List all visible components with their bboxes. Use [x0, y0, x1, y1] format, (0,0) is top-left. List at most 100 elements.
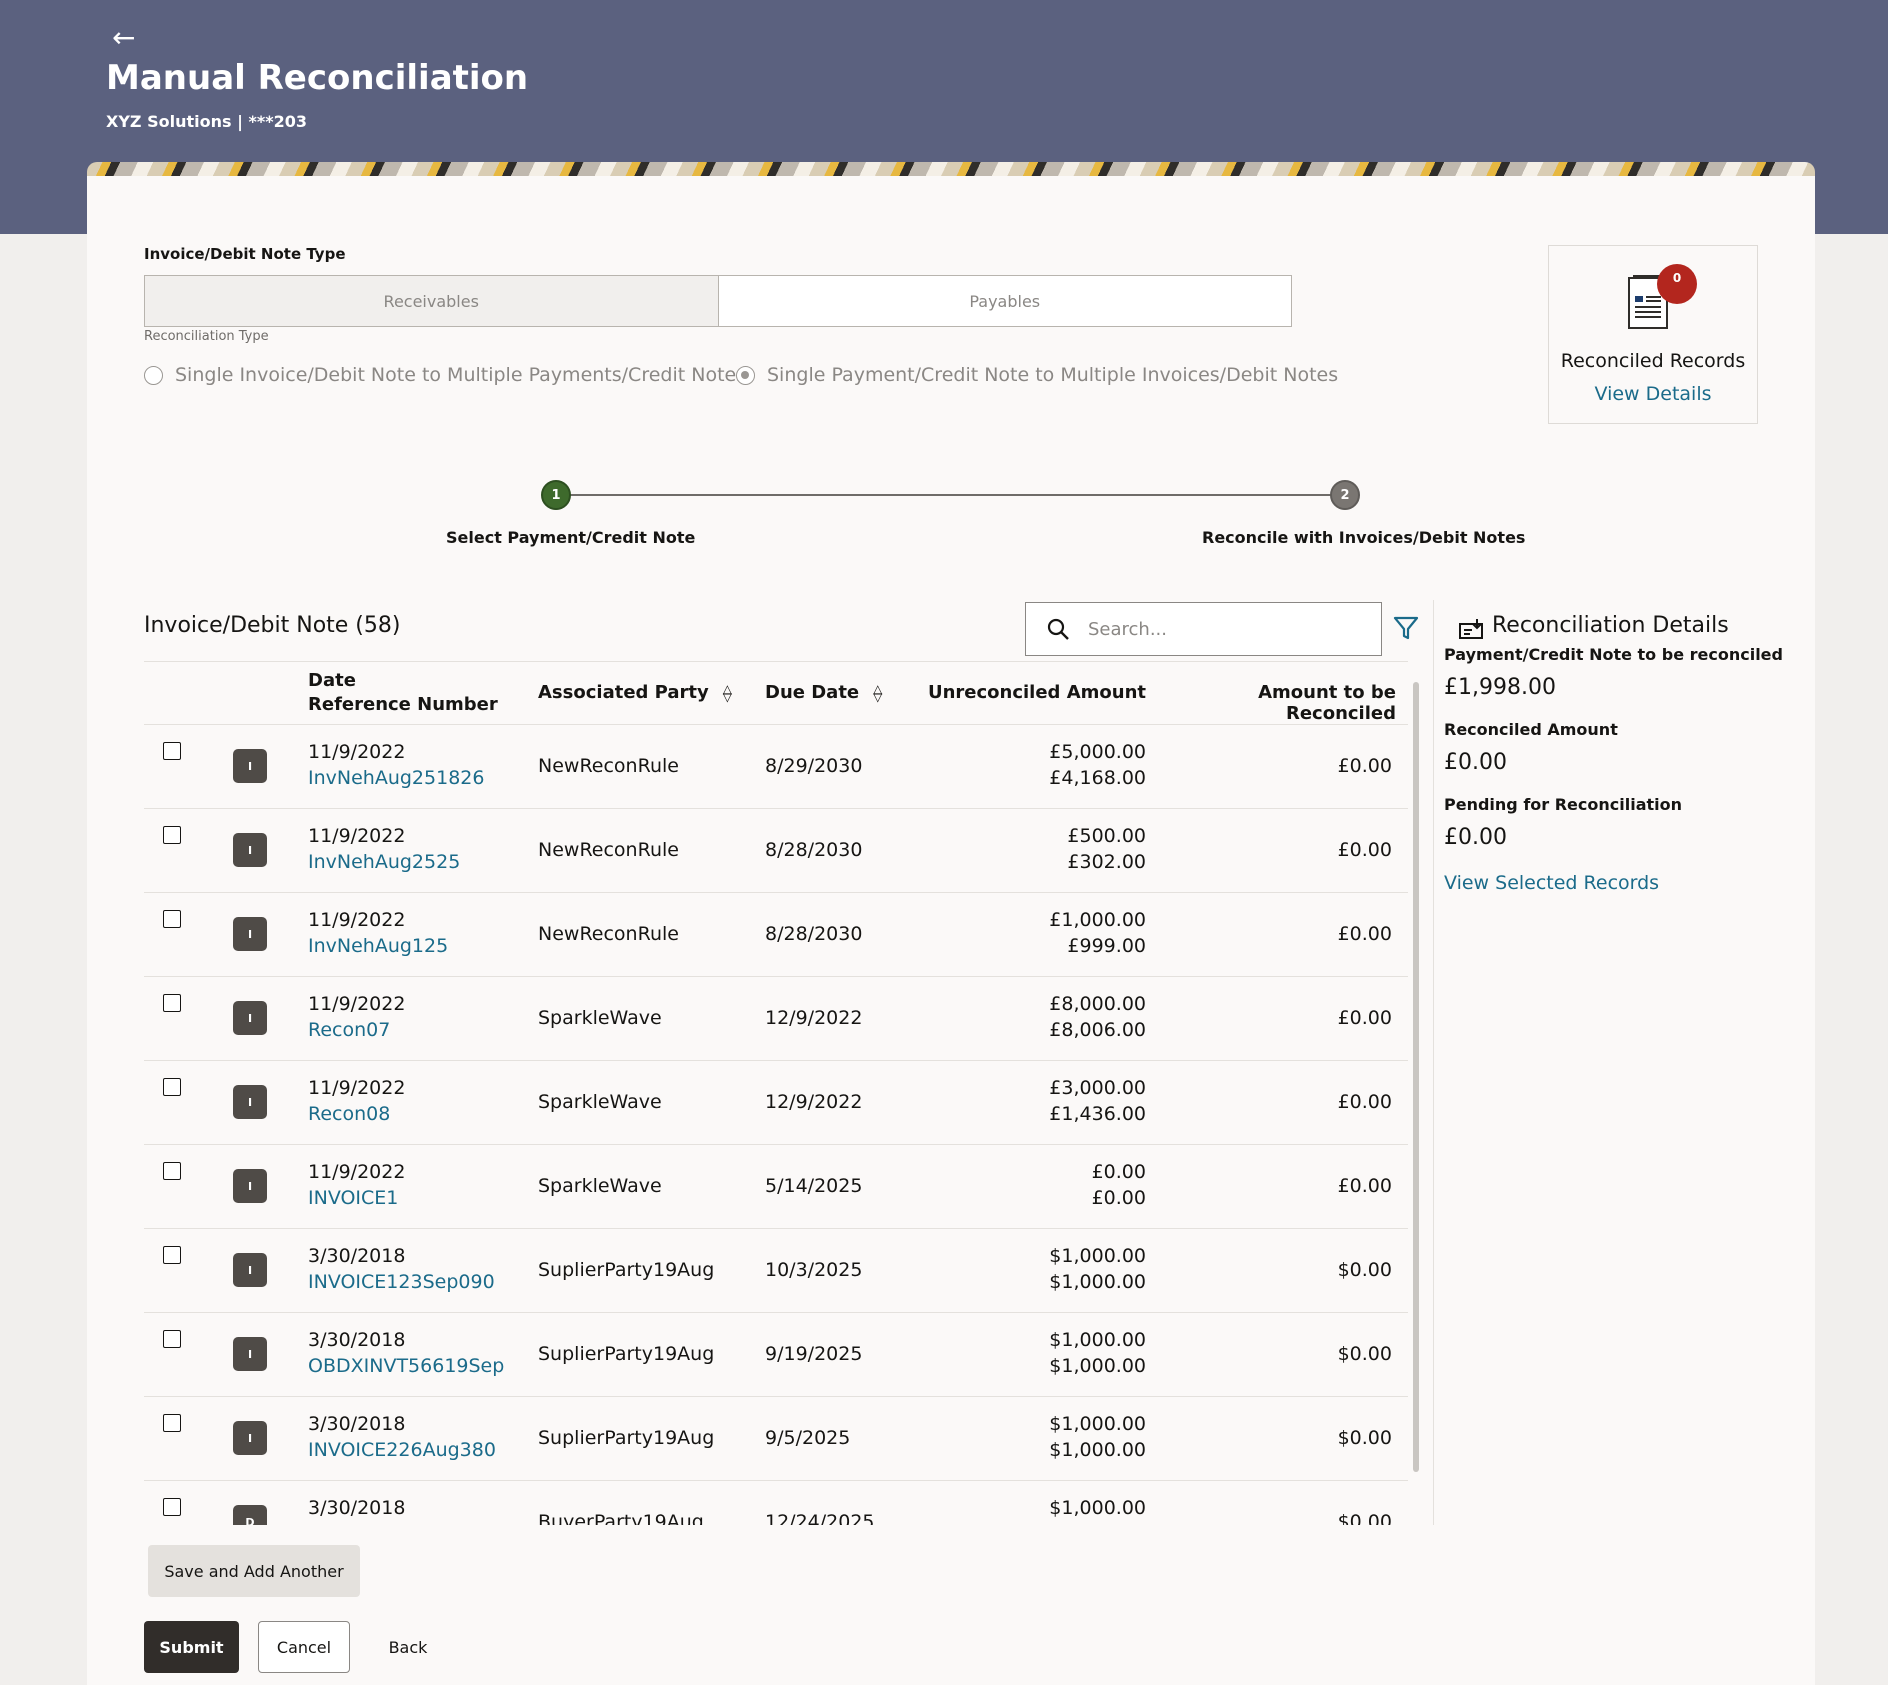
row-unreconciled-amount: $1,000.00: [1049, 1355, 1146, 1377]
row-checkbox[interactable]: [163, 826, 181, 844]
reconciliation-icon: [1459, 619, 1483, 639]
pending-reconciliation-value: £0.00: [1444, 825, 1507, 850]
row-reference-link[interactable]: Recon07: [308, 1019, 390, 1041]
row-unreconciled-amount: £8,006.00: [1049, 1019, 1146, 1041]
document-type-chip: I: [233, 833, 267, 867]
row-reference-link[interactable]: InvNehAug125: [308, 935, 448, 957]
page-subtitle: XYZ Solutions | ***203: [106, 112, 308, 131]
toggle-receivables[interactable]: Receivables: [145, 276, 719, 326]
column-to-reconcile: Amount to be Reconciled: [1258, 682, 1396, 724]
row-unreconciled-amount: $1,000.00: [1049, 1271, 1146, 1293]
row-checkbox[interactable]: [163, 1078, 181, 1096]
row-checkbox[interactable]: [163, 1246, 181, 1264]
step-2-label: Reconcile with Invoices/Debit Notes: [1202, 528, 1526, 547]
invoice-type-toggle: Receivables Payables: [144, 275, 1292, 327]
radio-button[interactable]: [144, 365, 163, 385]
radio-option-single-payment[interactable]: Single Payment/Credit Note to Multiple I…: [736, 364, 1338, 386]
view-selected-records-link[interactable]: View Selected Records: [1444, 872, 1659, 894]
view-details-link[interactable]: View Details: [1549, 383, 1757, 405]
row-due-date: 9/5/2025: [765, 1427, 851, 1449]
table-row[interactable]: I 11/9/2022 INVOICE1 SparkleWave 5/14/2025 £0…: [144, 1145, 1408, 1229]
table-scrollbar[interactable]: [1411, 662, 1421, 1524]
row-amount-to-reconcile[interactable]: £0.00: [1156, 923, 1392, 945]
row-amount: $1,000.00: [1049, 1497, 1146, 1519]
row-party: NewReconRule: [538, 755, 679, 777]
row-checkbox[interactable]: [163, 742, 181, 760]
column-due-date[interactable]: Due Date △ ▽: [765, 682, 882, 703]
row-amount-to-reconcile[interactable]: £0.00: [1156, 839, 1392, 861]
row-amount-to-reconcile[interactable]: $0.00: [1156, 1511, 1392, 1525]
document-type-chip: I: [233, 1085, 267, 1119]
document-type-chip: I: [233, 1337, 267, 1371]
row-amount-to-reconcile[interactable]: $0.00: [1156, 1343, 1392, 1365]
toggle-payables[interactable]: Payables: [719, 276, 1292, 326]
arrow-left-icon[interactable]: ←: [112, 22, 135, 54]
row-amount-to-reconcile[interactable]: £0.00: [1156, 1175, 1392, 1197]
row-party: NewReconRule: [538, 923, 679, 945]
table-row[interactable]: I 3/30/2018 INVOICE226Aug380 SuplierParty19…: [144, 1397, 1408, 1481]
row-amount-to-reconcile[interactable]: £0.00: [1156, 1007, 1392, 1029]
row-amount-to-reconcile[interactable]: $0.00: [1156, 1427, 1392, 1449]
pending-reconciliation-label: Pending for Reconciliation: [1444, 795, 1683, 814]
row-reference-link[interactable]: INVOICE123Sep090: [308, 1271, 495, 1293]
row-checkbox[interactable]: [163, 1414, 181, 1432]
sort-icon[interactable]: △ ▽: [873, 683, 882, 703]
row-amount-to-reconcile[interactable]: £0.00: [1156, 1091, 1392, 1113]
row-reference-link[interactable]: InvNehAug2525: [308, 851, 460, 873]
radio-button-selected[interactable]: [736, 365, 755, 385]
save-and-add-button[interactable]: Save and Add Another: [148, 1545, 360, 1597]
table-row[interactable]: I 11/9/2022 InvNehAug2525 NewReconRule 8/28/…: [144, 809, 1408, 893]
table-row[interactable]: I 3/30/2018 OBDXINVT56619Sep SuplierParty19…: [144, 1313, 1408, 1397]
document-type-chip: I: [233, 1253, 267, 1287]
row-date: 11/9/2022: [308, 1161, 406, 1183]
row-amount: $1,000.00: [1049, 1413, 1146, 1435]
row-amount: $1,000.00: [1049, 1245, 1146, 1267]
column-reference: Reference Number: [308, 694, 498, 715]
table-row[interactable]: I 11/9/2022 Recon08 SparkleWave 12/9/2022 £3,…: [144, 1061, 1408, 1145]
row-amount: £0.00: [1091, 1161, 1146, 1183]
sort-icon[interactable]: △ ▽: [723, 683, 732, 703]
document-type-chip: I: [233, 1421, 267, 1455]
row-checkbox[interactable]: [163, 910, 181, 928]
payment-to-reconcile-value: £1,998.00: [1444, 675, 1556, 700]
row-checkbox[interactable]: [163, 1330, 181, 1348]
row-reference-link[interactable]: Recon08: [308, 1103, 390, 1125]
row-amount-to-reconcile[interactable]: £0.00: [1156, 755, 1392, 777]
radio-label: Single Payment/Credit Note to Multiple I…: [767, 364, 1339, 386]
document-type-chip: I: [233, 1169, 267, 1203]
submit-button[interactable]: Submit: [144, 1621, 239, 1673]
row-due-date: 12/9/2022: [765, 1007, 863, 1029]
invoice-type-label: Invoice/Debit Note Type: [144, 245, 346, 263]
search-input[interactable]: [1088, 618, 1348, 640]
table-row[interactable]: I 11/9/2022 InvNehAug251826 NewReconRule 8/2…: [144, 725, 1408, 809]
column-due-date-label: Due Date: [765, 682, 860, 703]
row-reference-link[interactable]: INVOICE226Aug380: [308, 1439, 496, 1461]
filter-icon[interactable]: [1392, 614, 1420, 642]
row-checkbox[interactable]: [163, 994, 181, 1012]
scroll-thumb[interactable]: [1413, 682, 1419, 1472]
row-unreconciled-amount: $1,000.00: [1049, 1439, 1146, 1461]
row-checkbox[interactable]: [163, 1498, 181, 1516]
table-row[interactable]: D 3/30/2018 BuyerParty19Aug 12/24/2025 $1,00…: [144, 1481, 1408, 1525]
row-unreconciled-amount: £0.00: [1091, 1187, 1146, 1209]
table-row[interactable]: I 3/30/2018 INVOICE123Sep090 SuplierParty19…: [144, 1229, 1408, 1313]
row-due-date: 12/9/2022: [765, 1091, 863, 1113]
reconciled-records-title: Reconciled Records: [1560, 350, 1746, 372]
column-party[interactable]: Associated Party △ ▽: [538, 682, 732, 703]
row-checkbox[interactable]: [163, 1162, 181, 1180]
back-button[interactable]: Back: [370, 1621, 446, 1673]
radio-option-single-invoice[interactable]: Single Invoice/Debit Note to Multiple Pa…: [144, 364, 746, 386]
row-party: BuyerParty19Aug: [538, 1511, 704, 1525]
row-party: SuplierParty19Aug: [538, 1343, 715, 1365]
row-reference-link[interactable]: InvNehAug251826: [308, 767, 484, 789]
cancel-button[interactable]: Cancel: [258, 1621, 350, 1673]
row-due-date: 9/19/2025: [765, 1343, 863, 1365]
list-title: Invoice/Debit Note (58): [144, 613, 401, 638]
row-amount-to-reconcile[interactable]: $0.00: [1156, 1259, 1392, 1281]
table-row[interactable]: I 11/9/2022 InvNehAug125 NewReconRule 8/28/2…: [144, 893, 1408, 977]
reconciliation-type-label: Reconciliation Type: [144, 329, 269, 344]
row-reference-link[interactable]: OBDXINVT56619Sep: [308, 1355, 504, 1377]
row-reference-link[interactable]: INVOICE1: [308, 1187, 398, 1209]
table-row[interactable]: I 11/9/2022 Recon07 SparkleWave 12/9/2022 £8,…: [144, 977, 1408, 1061]
invoice-table: Date Reference Number Associated Party △ ▽…: [144, 661, 1408, 1525]
